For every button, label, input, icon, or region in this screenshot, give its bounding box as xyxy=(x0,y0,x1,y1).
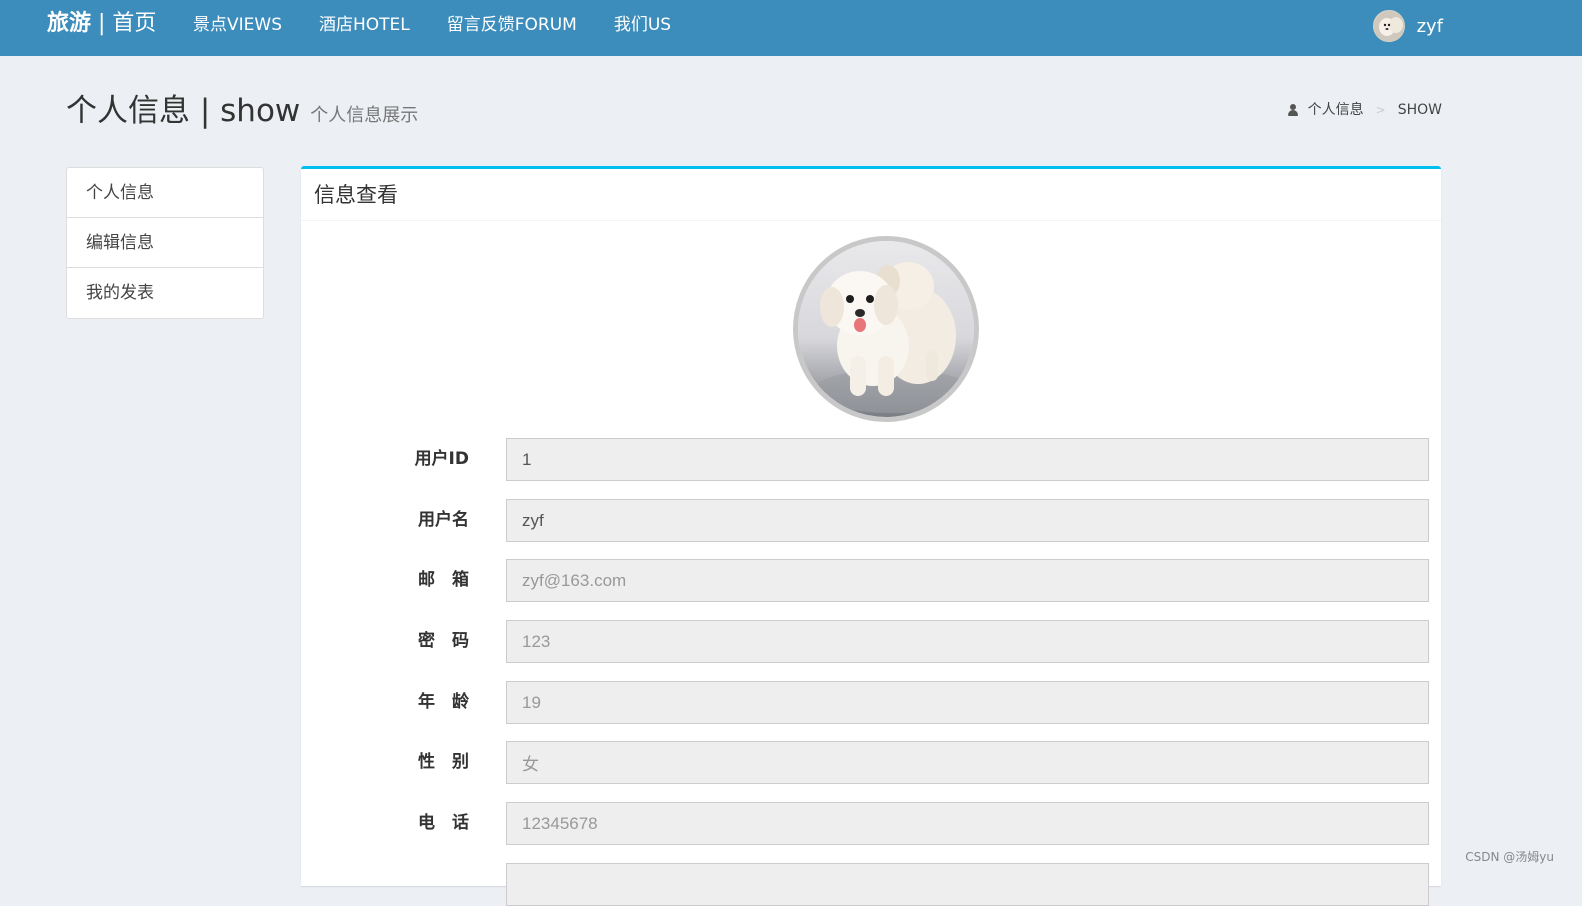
form-row-gender: 性 别 xyxy=(301,741,1441,784)
brand-home-text: | 首页 xyxy=(91,11,156,36)
next-field[interactable] xyxy=(506,863,1429,906)
username-field[interactable] xyxy=(506,499,1429,542)
gender-field[interactable] xyxy=(506,741,1429,784)
gender-label: 性 别 xyxy=(381,741,469,784)
breadcrumb-current: SHOW xyxy=(1398,100,1442,120)
sidebar-item-profile[interactable]: 个人信息 xyxy=(67,168,263,218)
phone-label: 电 话 xyxy=(381,802,469,845)
page-title: 个人信息 | show 个人信息展示 xyxy=(66,90,418,137)
brand-bold-text: 旅游 xyxy=(47,11,91,36)
user-menu[interactable]: zyf xyxy=(1373,10,1443,42)
nav-item-hotel[interactable]: 酒店HOTEL xyxy=(319,14,410,36)
sidebar-menu: 个人信息 编辑信息 我的发表 xyxy=(66,167,264,319)
form-row-user-id: 用户ID xyxy=(301,438,1441,481)
breadcrumb-parent-link[interactable]: 个人信息 xyxy=(1308,100,1364,120)
user-icon xyxy=(1288,104,1298,116)
page-title-text: 个人信息 | show xyxy=(66,93,300,129)
password-label: 密 码 xyxy=(381,620,469,663)
dog-photo-icon xyxy=(798,241,974,417)
age-label: 年 龄 xyxy=(381,681,469,724)
nav-item-views[interactable]: 景点VIEWS xyxy=(193,14,282,36)
top-navbar: 旅游 | 首页 景点VIEWS 酒店HOTEL 留言反馈FORUM 我们US z… xyxy=(0,0,1582,56)
password-field[interactable] xyxy=(506,620,1429,663)
brand-home-link[interactable]: 旅游 | 首页 xyxy=(47,10,156,38)
csdn-watermark: CSDN @汤姆yu xyxy=(1465,848,1554,865)
page-subtitle: 个人信息展示 xyxy=(310,105,418,126)
email-label: 邮 箱 xyxy=(381,559,469,602)
phone-field[interactable] xyxy=(506,802,1429,845)
user-id-label: 用户ID xyxy=(381,438,469,481)
sidebar-item-my-posts[interactable]: 我的发表 xyxy=(67,268,263,318)
breadcrumb: 个人信息 > SHOW xyxy=(1288,100,1442,120)
form-row-password: 密 码 xyxy=(301,620,1441,663)
profile-avatar xyxy=(793,236,979,422)
user-id-field[interactable] xyxy=(506,438,1429,481)
dog-avatar-icon xyxy=(1374,11,1405,42)
nav-item-us[interactable]: 我们US xyxy=(614,14,671,36)
form-row-age: 年 龄 xyxy=(301,681,1441,724)
user-avatar xyxy=(1373,10,1405,42)
age-field[interactable] xyxy=(506,681,1429,724)
user-name: zyf xyxy=(1417,16,1443,37)
breadcrumb-separator: > xyxy=(1376,100,1386,120)
form-row-email: 邮 箱 xyxy=(301,559,1441,602)
form-row-username: 用户名 xyxy=(301,499,1441,542)
sidebar-item-edit-info[interactable]: 编辑信息 xyxy=(67,218,263,268)
form-row-phone: 电 话 xyxy=(301,802,1441,845)
username-label: 用户名 xyxy=(381,499,469,542)
panel-title: 信息查看 xyxy=(301,169,1441,221)
email-field[interactable] xyxy=(506,559,1429,602)
nav-item-forum[interactable]: 留言反馈FORUM xyxy=(447,14,577,36)
info-panel: 信息查看 xyxy=(301,166,1441,886)
form-row-next xyxy=(301,863,1441,906)
nav-menu: 景点VIEWS 酒店HOTEL 留言反馈FORUM 我们US xyxy=(193,14,708,36)
